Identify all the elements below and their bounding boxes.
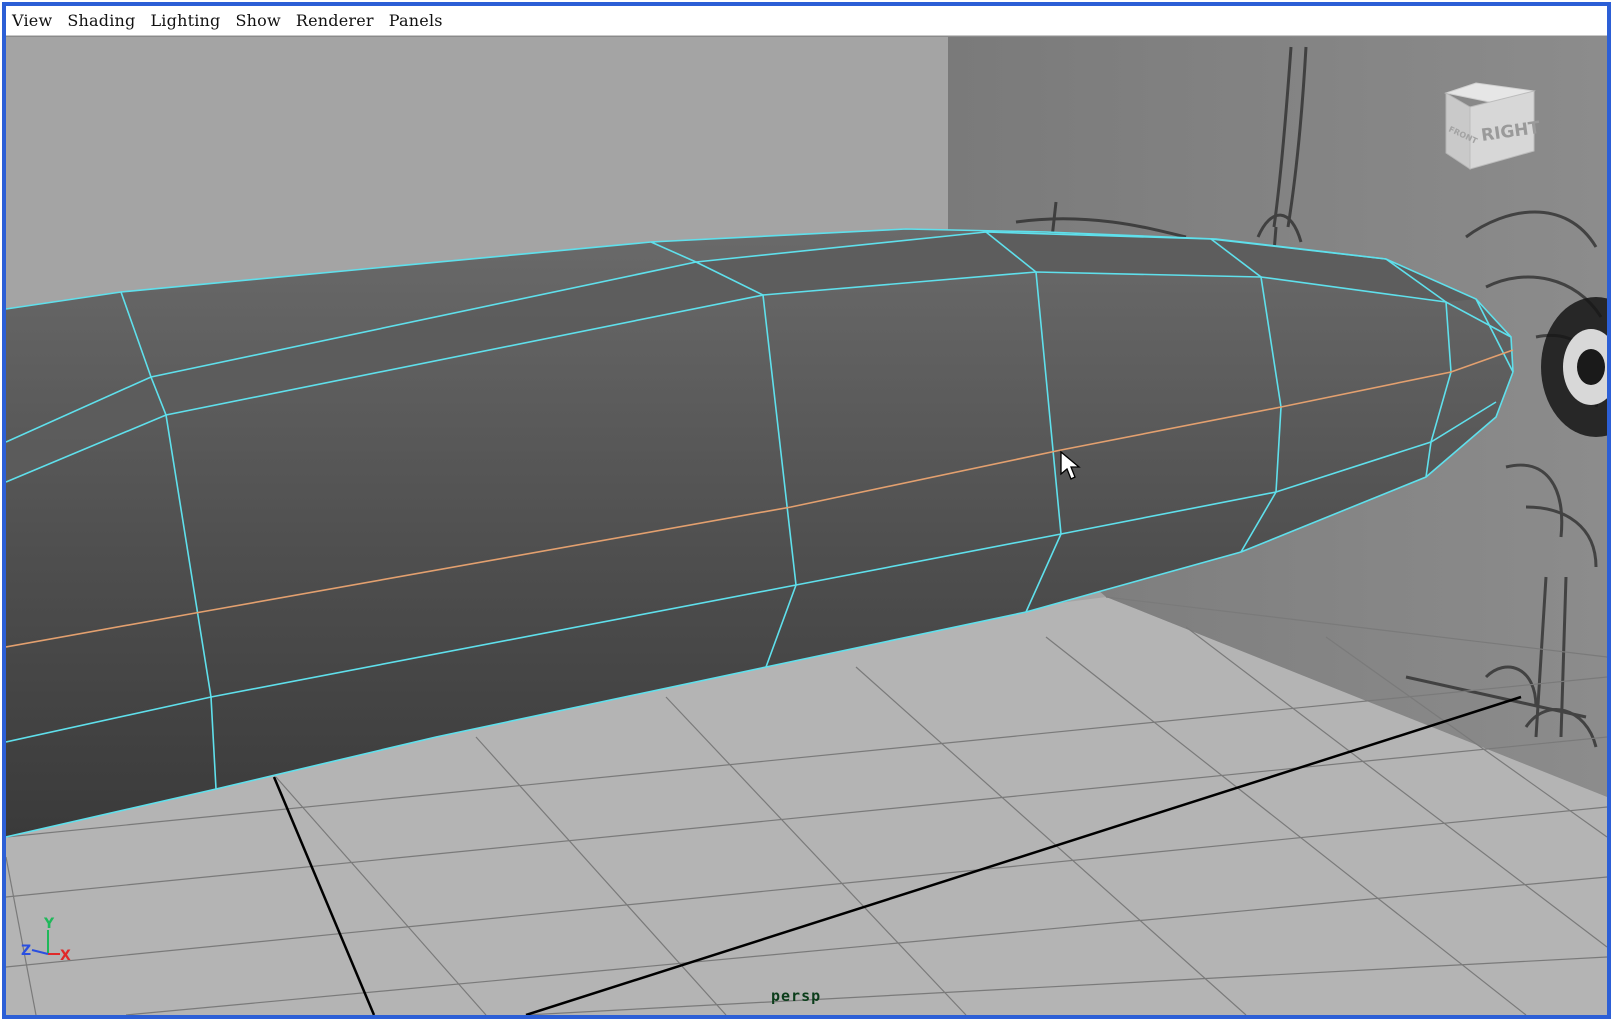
panel-menu-bar: View Shading Lighting Show Renderer Pane… [6, 6, 1607, 36]
axis-y-label: Y [43, 916, 55, 932]
axis-x-label: X [60, 948, 71, 964]
menu-panels[interactable]: Panels [389, 11, 443, 30]
axis-z-label: Z [21, 943, 31, 959]
camera-name-label: persp [771, 987, 822, 1005]
perspective-viewport[interactable]: RIGHT FRONT Y X Z persp [6, 37, 1607, 1015]
maya-viewport-window: View Shading Lighting Show Renderer Pane… [2, 2, 1611, 1019]
menu-shading[interactable]: Shading [67, 11, 135, 30]
menu-renderer[interactable]: Renderer [296, 11, 374, 30]
menu-show[interactable]: Show [235, 11, 280, 30]
reference-sketch-wheel-core [1577, 349, 1605, 385]
menu-view[interactable]: View [12, 11, 52, 30]
menu-lighting[interactable]: Lighting [150, 11, 220, 30]
